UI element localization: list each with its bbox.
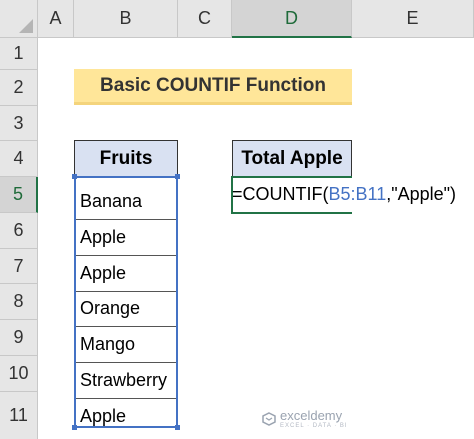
column-header-b[interactable]: B — [74, 0, 178, 38]
row-header-4[interactable]: 4 — [0, 141, 38, 177]
row-header-5[interactable]: 5 — [0, 177, 38, 213]
formula-suffix: ,"Apple") — [386, 184, 457, 204]
row-header-8[interactable]: 8 — [0, 284, 38, 320]
fruit-cell[interactable]: Apple — [76, 398, 176, 434]
column-header-e[interactable]: E — [352, 0, 474, 38]
range-handle-top-left[interactable] — [72, 174, 77, 179]
row-header-11[interactable]: 11 — [0, 392, 38, 439]
formula-cell[interactable]: =COUNTIF(B5:B11 ,"Apple") — [232, 176, 468, 213]
title-cell[interactable]: Basic COUNTIF Function — [74, 69, 352, 105]
exceldemy-logo-icon — [262, 411, 276, 426]
column-header-c[interactable]: C — [178, 0, 232, 38]
fruits-header-cell[interactable]: Fruits — [74, 140, 178, 177]
formula-range-reference: B5:B11 — [328, 184, 387, 204]
row-header-10[interactable]: 10 — [0, 356, 38, 392]
fruit-cell[interactable]: Mango — [76, 327, 176, 363]
fruit-cell[interactable]: Orange — [76, 291, 176, 327]
range-handle-bottom-left[interactable] — [72, 425, 77, 430]
total-apple-header-cell[interactable]: Total Apple — [232, 140, 352, 177]
formula-prefix: =COUNTIF( — [232, 184, 329, 204]
row-header-3[interactable]: 3 — [0, 106, 38, 141]
row-header-9[interactable]: 9 — [0, 320, 38, 356]
fruit-cell[interactable]: Apple — [76, 220, 176, 256]
row-header-6[interactable]: 6 — [0, 213, 38, 249]
fruit-range[interactable]: Banana Apple Apple Orange Mango Strawber… — [74, 176, 178, 428]
watermark-name: exceldemy — [280, 408, 343, 423]
watermark-tagline: EXCEL · DATA · BI — [280, 423, 348, 429]
fruit-cell[interactable]: Strawberry — [76, 363, 176, 399]
row-header-1[interactable]: 1 — [0, 38, 38, 70]
fruit-cell[interactable]: Apple — [76, 256, 176, 292]
row-header-2[interactable]: 2 — [0, 70, 38, 106]
range-handle-bottom-right[interactable] — [175, 425, 180, 430]
fruit-cell[interactable]: Banana — [76, 184, 176, 220]
select-all-corner[interactable] — [0, 0, 38, 38]
range-handle-top-right[interactable] — [175, 174, 180, 179]
column-header-d[interactable]: D — [232, 0, 352, 38]
exceldemy-watermark: exceldemy EXCEL · DATA · BI — [262, 408, 348, 429]
row-header-7[interactable]: 7 — [0, 249, 38, 284]
spreadsheet: A B C D E 1 2 3 4 5 6 7 8 9 10 11 Basic … — [0, 0, 474, 439]
select-all-icon — [19, 19, 33, 33]
column-header-a[interactable]: A — [38, 0, 74, 38]
